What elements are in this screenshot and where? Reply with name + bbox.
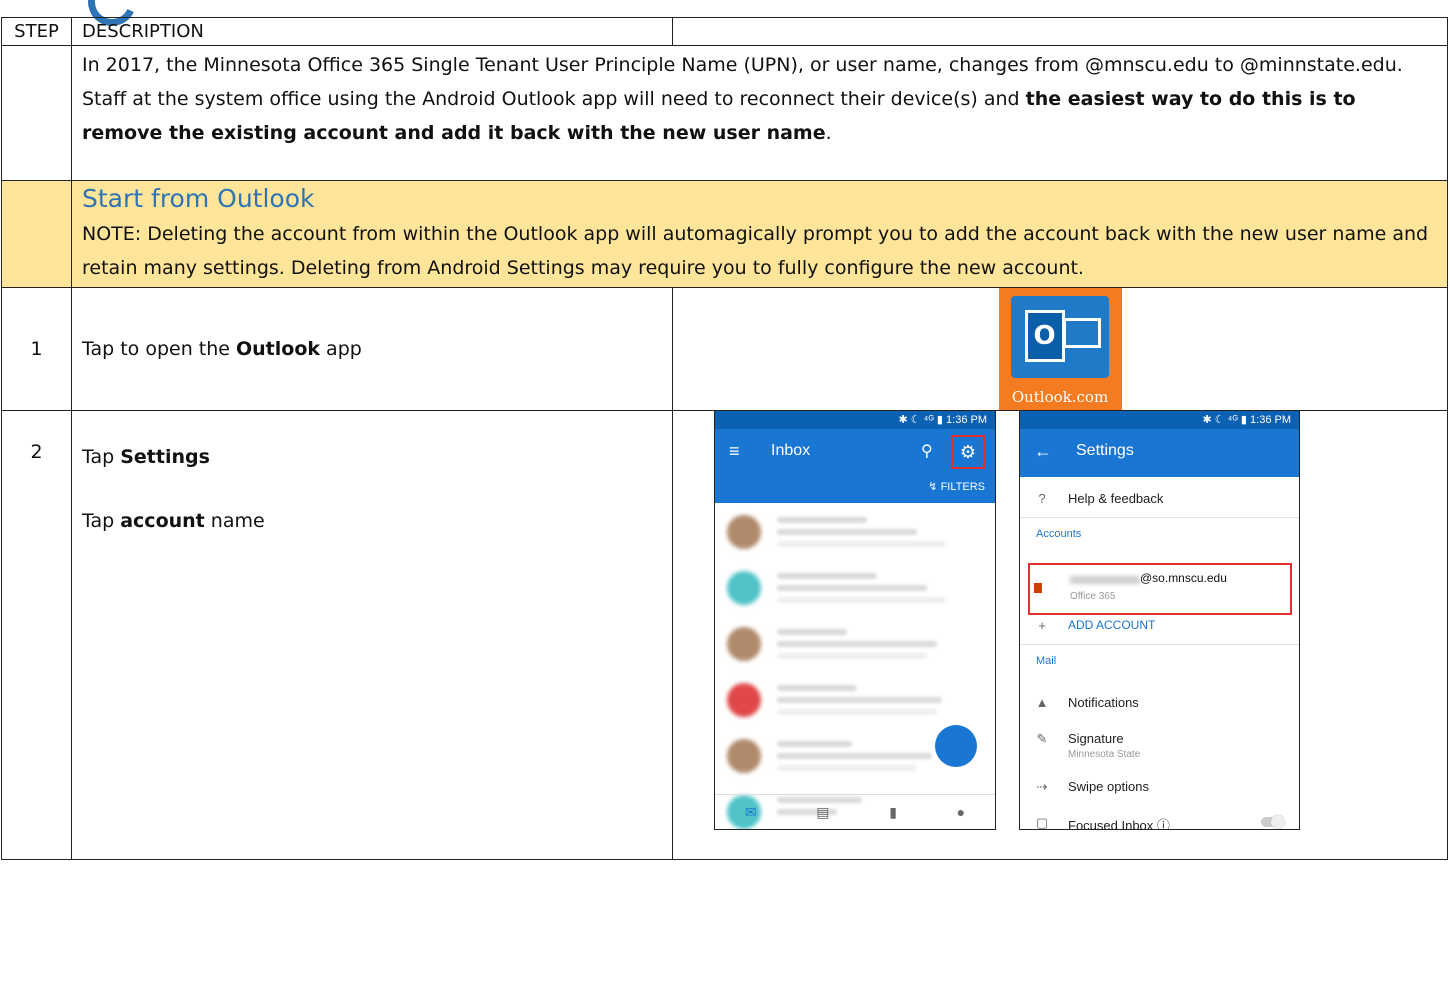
office365-icon bbox=[1034, 583, 1042, 593]
add-account-item[interactable]: + ADD ACCOUNT bbox=[1020, 608, 1299, 644]
step-1-text: Tap to open the Outlook app bbox=[71, 287, 673, 411]
back-arrow-icon[interactable]: ← bbox=[1034, 441, 1052, 462]
status-bar: ✱ ☾ ⁴ᴳ ▮ 1:36 PM bbox=[715, 411, 995, 429]
account-email: @so.mnscu.edu bbox=[1140, 571, 1227, 585]
info-icon[interactable]: ⓘ bbox=[1157, 818, 1170, 829]
swipe-options-item[interactable]: ⇢ Swipe options bbox=[1020, 769, 1299, 805]
step-2-text: Tap Settings Tap account name bbox=[71, 410, 673, 860]
settings-screenshot: ✱ ☾ ⁴ᴳ ▮ 1:36 PM ← Settings ? Help & fee… bbox=[1019, 410, 1300, 830]
files-icon[interactable]: ▮ bbox=[889, 804, 897, 821]
settings-title: Settings bbox=[1076, 442, 1134, 459]
outlook-icon-label: Outlook.com bbox=[1011, 388, 1109, 406]
compose-icon[interactable] bbox=[935, 725, 977, 767]
signature-item[interactable]: ✎ Signature Minnesota State bbox=[1020, 721, 1299, 769]
focused-inbox-toggle[interactable] bbox=[1261, 815, 1285, 829]
note-body: NOTE: Deleting the account from within t… bbox=[82, 223, 1429, 279]
account-type: Office 365 bbox=[1070, 591, 1116, 602]
step-number: 1 bbox=[1, 287, 72, 411]
mail-icon[interactable]: ✉ bbox=[745, 804, 757, 821]
step-1-row: 1 Tap to open the Outlook app O Outlook.… bbox=[1, 287, 1448, 411]
search-icon[interactable]: ⚲ bbox=[921, 441, 933, 461]
bottom-nav: ✉ ▤ ▮ ● bbox=[715, 794, 995, 829]
bell-icon: ▲ bbox=[1035, 695, 1049, 710]
people-icon[interactable]: ● bbox=[957, 804, 965, 820]
menu-icon[interactable]: ≡ bbox=[729, 441, 740, 462]
envelope-icon bbox=[1062, 318, 1101, 348]
list-item bbox=[715, 615, 995, 671]
help-feedback-item[interactable]: ? Help & feedback bbox=[1020, 481, 1299, 517]
intro-text: In 2017, the Minnesota Office 365 Single… bbox=[71, 45, 1448, 181]
filters-button[interactable]: ↯ FILTERS bbox=[715, 477, 995, 503]
pen-icon: ✎ bbox=[1036, 731, 1048, 746]
note-row: Start from Outlook NOTE: Deleting the ac… bbox=[1, 180, 1448, 288]
accounts-section-header: Accounts bbox=[1036, 528, 1082, 540]
image-header bbox=[672, 17, 1448, 46]
step-number: 2 bbox=[30, 441, 43, 463]
outlook-app-icon: O Outlook.com bbox=[998, 288, 1122, 410]
list-item bbox=[715, 671, 995, 727]
intro-row: In 2017, the Minnesota Office 365 Single… bbox=[1, 45, 1448, 181]
swipe-icon: ⇢ bbox=[1036, 779, 1048, 794]
mail-section-header: Mail bbox=[1036, 655, 1057, 667]
plus-icon: + bbox=[1038, 618, 1046, 633]
inbox-icon: ▢ bbox=[1035, 815, 1049, 830]
table-header-row: STEP DESCRIPTION bbox=[1, 17, 1448, 46]
note-title: Start from Outlook bbox=[82, 184, 315, 213]
focused-inbox-item[interactable]: ▢ Focused Inbox ⓘ bbox=[1020, 805, 1299, 830]
step-header: STEP bbox=[1, 17, 72, 46]
calendar-icon[interactable]: ▤ bbox=[816, 804, 829, 821]
status-bar: ✱ ☾ ⁴ᴳ ▮ 1:36 PM bbox=[1020, 411, 1299, 429]
step-2-screenshots: ✱ ☾ ⁴ᴳ ▮ 1:36 PM ≡ Inbox ⚲ ⚙ ↯ FILTERS ✉… bbox=[672, 410, 1448, 860]
list-item bbox=[715, 559, 995, 615]
instructions-table: STEP DESCRIPTION In 2017, the Minnesota … bbox=[1, 17, 1448, 860]
gear-icon[interactable]: ⚙ bbox=[951, 435, 985, 469]
list-item bbox=[715, 503, 995, 559]
outlook-o-icon: O bbox=[1024, 310, 1065, 362]
help-icon: ? bbox=[1038, 491, 1046, 506]
inbox-title: Inbox bbox=[771, 442, 811, 459]
notifications-item[interactable]: ▲ Notifications bbox=[1020, 685, 1299, 721]
description-header: DESCRIPTION bbox=[71, 17, 673, 46]
step-2-row: 2 Tap Settings Tap account name ✱ ☾ ⁴ᴳ ▮… bbox=[1, 410, 1448, 860]
inbox-screenshot: ✱ ☾ ⁴ᴳ ▮ 1:36 PM ≡ Inbox ⚲ ⚙ ↯ FILTERS ✉… bbox=[714, 410, 996, 830]
